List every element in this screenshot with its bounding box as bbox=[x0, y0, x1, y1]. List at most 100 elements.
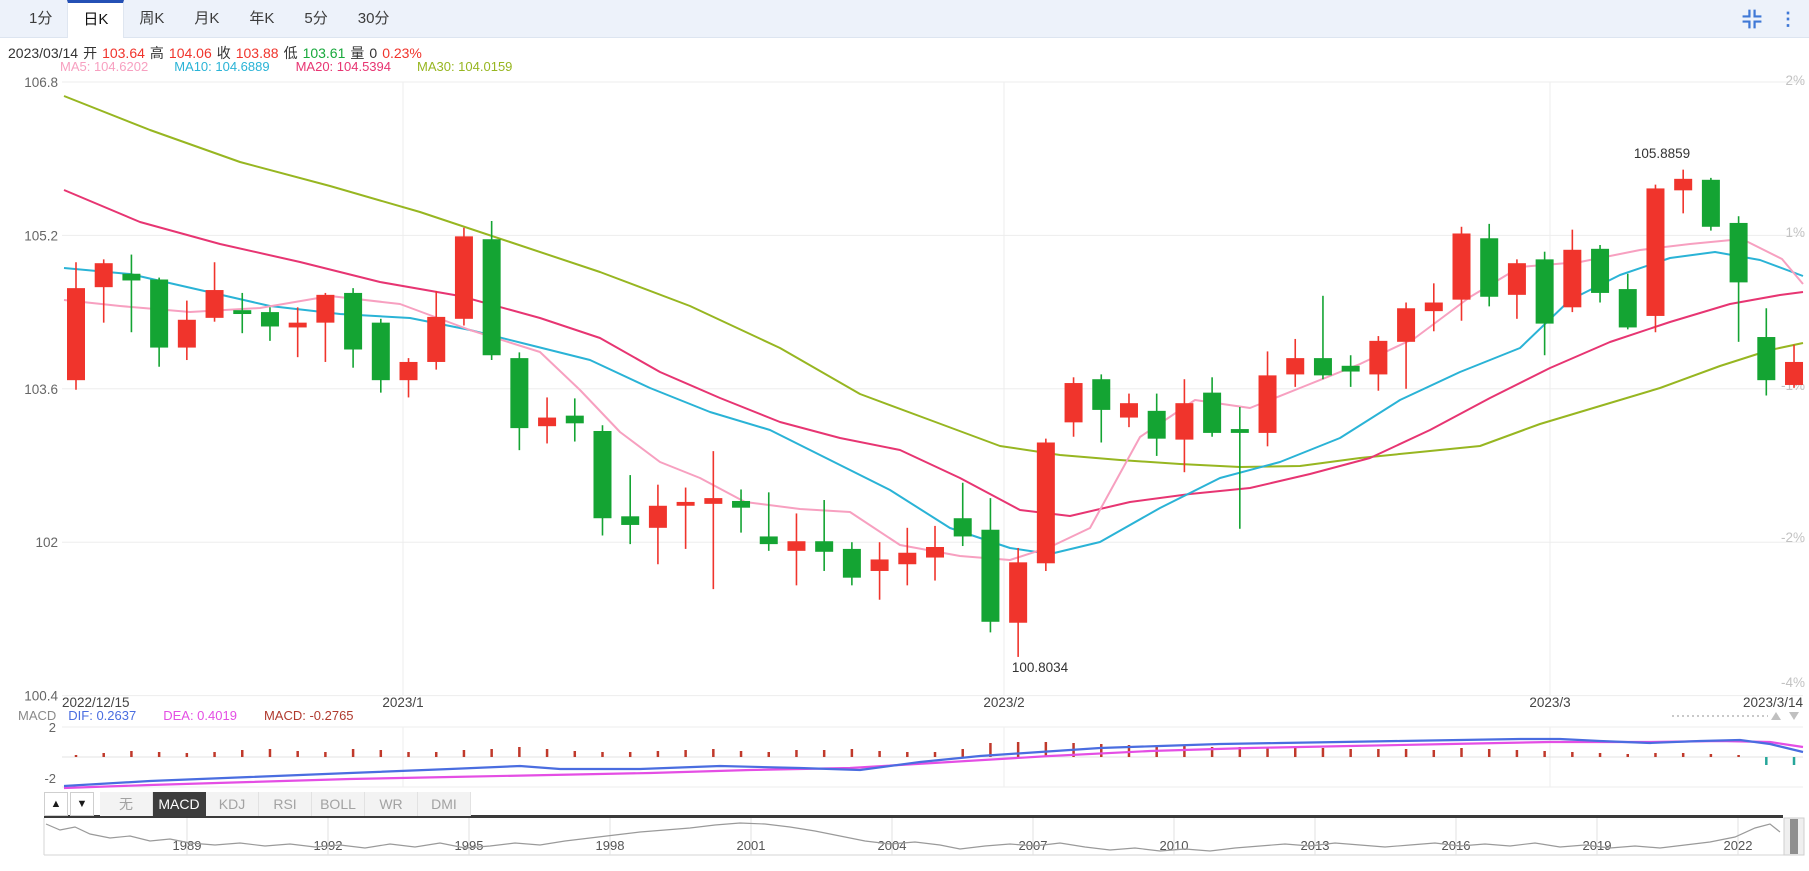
candle-body bbox=[1591, 248, 1610, 293]
ma-value: MA10: 104.6889 bbox=[174, 59, 270, 74]
candle-body bbox=[926, 546, 945, 558]
timeline-year-label: 2001 bbox=[737, 838, 766, 853]
candle-body bbox=[150, 279, 169, 348]
candle-body bbox=[1313, 358, 1332, 376]
collapse-icon[interactable] bbox=[1740, 7, 1764, 31]
candle-body bbox=[1785, 361, 1804, 385]
candle-body bbox=[1757, 337, 1776, 381]
candle-body bbox=[815, 541, 834, 552]
macd-value: DIF: 0.2637 bbox=[68, 708, 137, 723]
candle-body bbox=[399, 361, 418, 381]
candle-body bbox=[759, 536, 778, 545]
candle-body bbox=[288, 322, 307, 328]
candle-body bbox=[1009, 562, 1028, 623]
candle-body bbox=[732, 500, 751, 508]
chart-canvas[interactable]: 106.8105.2103.6102100.42%1%-1%-2%-4%105.… bbox=[0, 0, 1809, 871]
candle-body bbox=[1147, 410, 1166, 439]
candle-body bbox=[94, 263, 113, 288]
top-icons: ⋮ bbox=[1740, 7, 1797, 31]
candle-body bbox=[898, 552, 917, 565]
candle-body bbox=[344, 292, 363, 350]
candle-body bbox=[1535, 259, 1554, 324]
pct-axis-label: 1% bbox=[1785, 225, 1805, 240]
candle-body bbox=[233, 310, 252, 315]
price-axis-label: 102 bbox=[35, 535, 58, 550]
candle-body bbox=[1424, 302, 1443, 312]
price-axis-label: 103.6 bbox=[24, 382, 58, 397]
pct-axis-label: 2% bbox=[1785, 73, 1805, 88]
candle-body bbox=[1563, 249, 1582, 308]
pct-axis-label: -2% bbox=[1781, 530, 1805, 545]
period-tab-bar: 1分 日K 周K 月K 年K 5分 30分 ⋮ bbox=[0, 0, 1809, 38]
price-axis-label: 100.4 bbox=[24, 689, 58, 704]
candle-body bbox=[1729, 222, 1748, 283]
candle-body bbox=[1646, 188, 1665, 316]
indicator-down-button[interactable]: ▼ bbox=[70, 792, 94, 816]
ma-value: MA5: 104.6202 bbox=[60, 59, 149, 74]
indicator-tab-BOLL[interactable]: BOLL bbox=[312, 792, 365, 816]
macd-title: MACD bbox=[18, 708, 57, 723]
timeline-year-label: 2004 bbox=[878, 838, 907, 853]
macd-axis-label: -2 bbox=[44, 771, 56, 786]
candle-body bbox=[1674, 178, 1693, 191]
candle-body bbox=[427, 316, 446, 362]
candle-body bbox=[1175, 403, 1194, 440]
macd-value: DEA: 0.4019 bbox=[163, 708, 237, 723]
candle-body bbox=[1258, 375, 1277, 433]
indicator-up-button[interactable]: ▲ bbox=[44, 792, 68, 816]
candle-body bbox=[67, 288, 85, 381]
candle-body bbox=[704, 498, 723, 504]
period-tab-5分[interactable]: 5分 bbox=[289, 0, 342, 38]
candle-body bbox=[1286, 358, 1305, 375]
date-axis-label: 2023/3 bbox=[1529, 695, 1570, 710]
candle-body bbox=[1203, 392, 1222, 433]
candle-body bbox=[482, 239, 501, 356]
candle-body bbox=[177, 319, 196, 348]
pct-axis-label: -4% bbox=[1781, 675, 1805, 690]
dea-line bbox=[63, 739, 1804, 790]
candle-body bbox=[1119, 403, 1138, 418]
timeline-scrollbar-thumb[interactable] bbox=[1790, 819, 1798, 854]
period-tab-月K[interactable]: 月K bbox=[179, 0, 234, 38]
candle-body bbox=[842, 548, 861, 578]
candle-body bbox=[1036, 442, 1055, 564]
timeline-year-label: 1998 bbox=[596, 838, 625, 853]
timeline-year-label: 1995 bbox=[455, 838, 484, 853]
indicator-tab-DMI[interactable]: DMI bbox=[418, 792, 471, 816]
date-axis-label: 2023/1 bbox=[382, 695, 423, 710]
indicator-tab-WR[interactable]: WR bbox=[365, 792, 418, 816]
candle-body bbox=[1618, 289, 1637, 328]
period-tab-周K[interactable]: 周K bbox=[124, 0, 179, 38]
indicator-tab-RSI[interactable]: RSI bbox=[259, 792, 312, 816]
period-tab-1分[interactable]: 1分 bbox=[14, 0, 67, 38]
candle-body bbox=[1452, 233, 1471, 300]
price-axis-label: 106.8 bbox=[24, 75, 58, 90]
more-menu-icon[interactable]: ⋮ bbox=[1779, 7, 1797, 31]
candle-body bbox=[981, 529, 1000, 622]
candle-body bbox=[371, 322, 390, 381]
timeline-price-line bbox=[45, 822, 1781, 852]
candle-body bbox=[1701, 179, 1720, 227]
period-tab-日K[interactable]: 日K bbox=[67, 0, 125, 38]
candle-body bbox=[1507, 263, 1526, 295]
period-tab-30分[interactable]: 30分 bbox=[343, 0, 405, 38]
scroll-right-triangle bbox=[1789, 712, 1799, 720]
candle-body bbox=[454, 236, 473, 319]
date-axis-label: 2023/2 bbox=[983, 695, 1024, 710]
candle-body bbox=[1230, 429, 1249, 433]
trading-chart-app: 106.8 105.2 103.6 102 100.4 2% 1% -1% -2% -4% 105.… bbox=[0, 0, 1809, 871]
candle-body bbox=[1092, 379, 1111, 410]
indicator-tab-无[interactable]: 无 bbox=[100, 792, 153, 816]
price-axis-label: 105.2 bbox=[24, 228, 58, 243]
candle-body bbox=[1341, 365, 1360, 372]
indicator-tab-MACD[interactable]: MACD bbox=[153, 792, 206, 816]
indicator-tab-KDJ[interactable]: KDJ bbox=[206, 792, 259, 816]
ma-value: MA20: 104.5394 bbox=[295, 59, 391, 74]
candle-body bbox=[953, 518, 972, 537]
candle-body bbox=[593, 430, 612, 519]
candle-body bbox=[1369, 340, 1388, 375]
period-tab-年K[interactable]: 年K bbox=[234, 0, 289, 38]
candle-body bbox=[621, 516, 640, 525]
scroll-left-triangle bbox=[1771, 712, 1781, 720]
ma-value: MA30: 104.0159 bbox=[417, 59, 513, 74]
